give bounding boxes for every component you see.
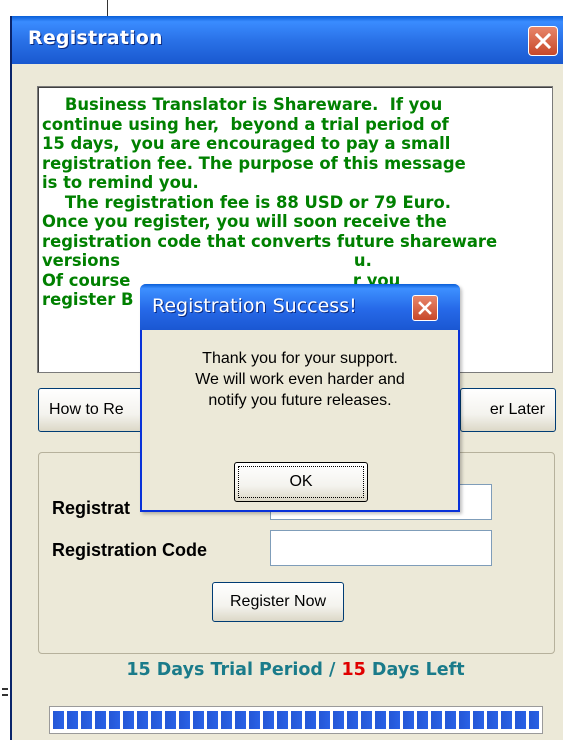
dialog-message-line: We will work even harder and [195, 371, 405, 388]
register-now-button[interactable]: Register Now [212, 582, 344, 622]
days-left-count: 15 [341, 660, 366, 680]
trial-progress-bar [49, 706, 543, 734]
progress-fill [53, 711, 539, 729]
register-later-button[interactable]: er Later [460, 388, 556, 432]
registration-name-label: Registrat [52, 498, 131, 518]
registration-code-input[interactable] [270, 530, 492, 566]
dialog-message-line: Thank you for your support. [202, 350, 398, 367]
dialog-message: Thank you for your support. We will work… [142, 348, 458, 411]
window-titlebar[interactable]: Registration [12, 16, 563, 64]
window-title: Registration [28, 27, 163, 49]
background-line [107, 0, 108, 16]
trial-period-text: 15 Days Trial Period / [126, 660, 342, 680]
message-line: The registration fee is 88 USD or 79 Eur… [42, 192, 451, 212]
days-left-text: Days Left [365, 660, 465, 680]
dialog-title: Registration Success! [152, 295, 357, 317]
message-line: continue using her, beyond a trial perio… [42, 114, 449, 134]
dialog-message-line: notify you future releases. [208, 392, 392, 409]
message-line: Once you register, you will soon receive… [42, 212, 447, 231]
close-icon [418, 301, 432, 315]
message-line: registration fee. The purpose of this me… [42, 153, 466, 173]
message-line: 15 days, you are encouraged to pay a sma… [42, 134, 451, 153]
message-line: is to remind you. [42, 173, 199, 192]
dialog-close-button[interactable] [412, 295, 438, 321]
background-mark [2, 694, 8, 696]
window-close-button[interactable] [528, 26, 558, 56]
message-line: registration code that converts future s… [42, 231, 498, 251]
dialog-titlebar[interactable]: Registration Success! [140, 284, 460, 330]
success-dialog: Registration Success! Thank you for your… [140, 284, 460, 512]
trial-status: 15 Days Trial Period / 15 Days Left [12, 660, 563, 680]
ok-button[interactable]: OK [234, 462, 368, 502]
message-line: Business Translator is Shareware. If you [42, 95, 443, 114]
background-mark [2, 688, 8, 690]
close-icon [535, 33, 551, 49]
message-text: Business Translator is Shareware. If you… [42, 95, 552, 310]
registration-code-label: Registration Code [52, 540, 208, 560]
message-line: register B [42, 290, 134, 309]
message-line: versions u. [42, 251, 372, 270]
